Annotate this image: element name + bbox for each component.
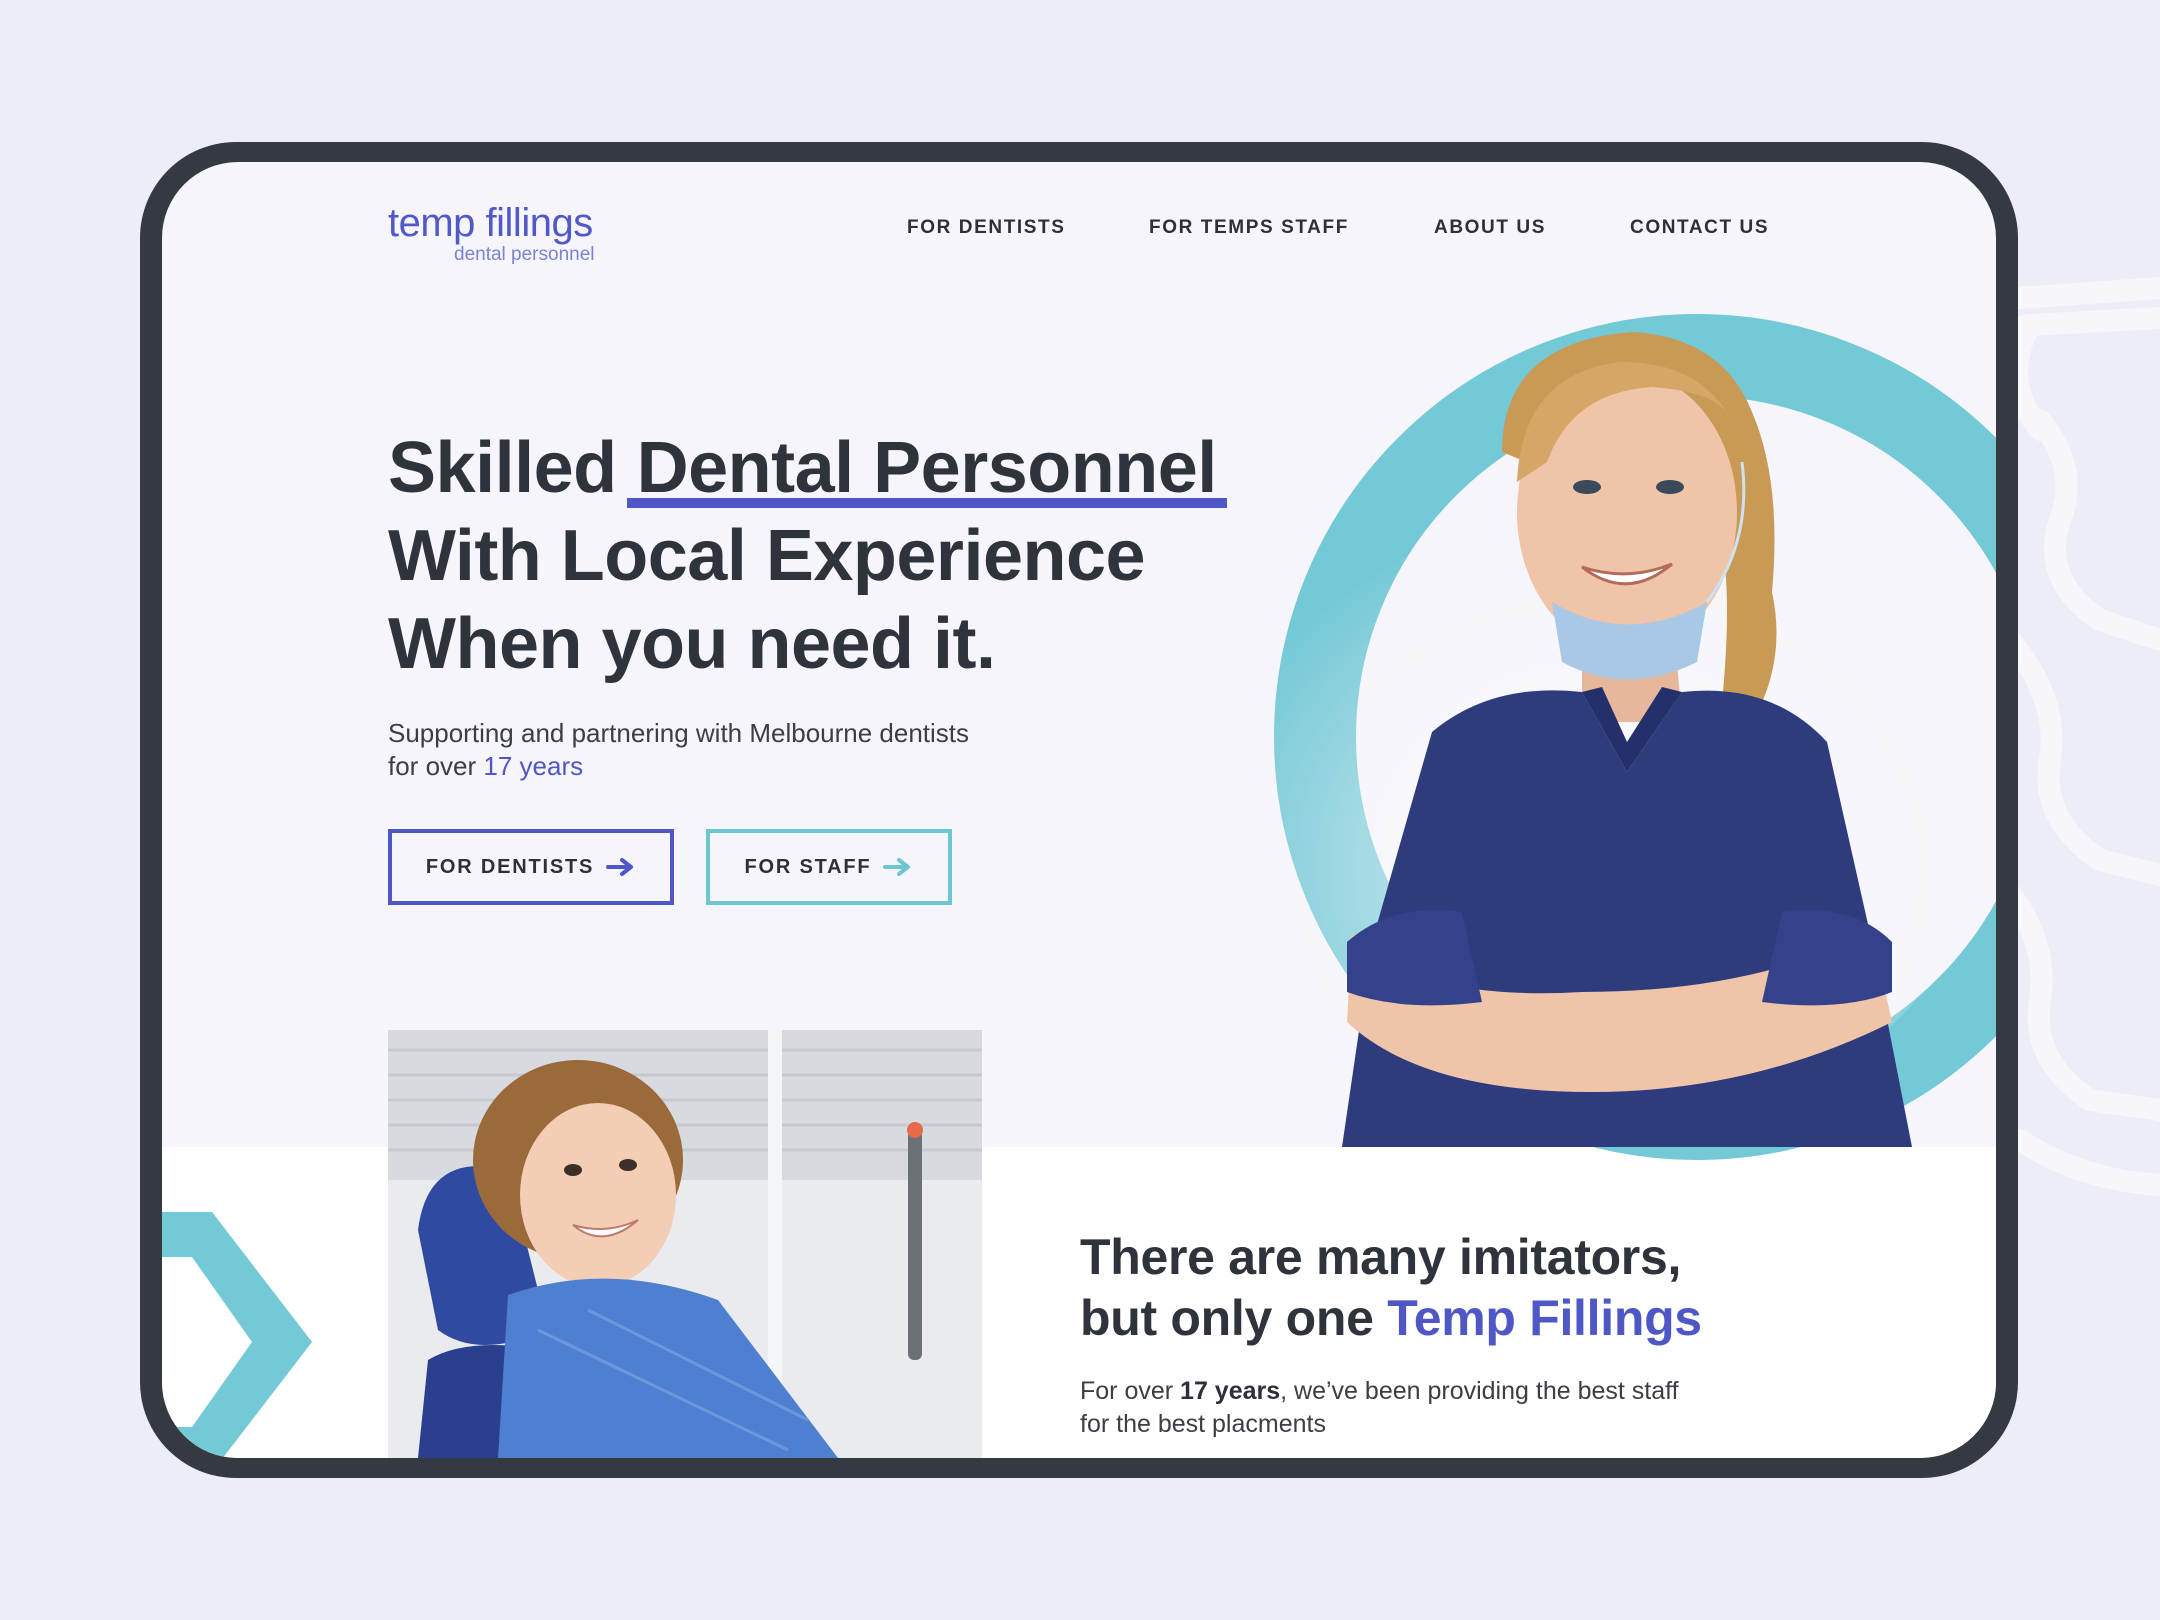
section-text: For over 17 years, we’ve been providing … [1080,1375,1679,1441]
hero-title-line3: When you need it. [388,604,996,684]
hero-subtitle-line1: Supporting and partnering with Melbourne… [388,718,970,748]
hero-heading: Skilled Dental Personnel With Local Exper… [388,424,1227,688]
nav-contact-us[interactable]: CONTACT US [1630,217,1769,239]
logo-name: temp fillings [388,201,593,245]
teal-chevron-decoration [162,1212,312,1458]
for-dentists-button[interactable]: FOR DENTISTS [388,829,674,905]
hero-subtitle: Supporting and partnering with Melbourne… [388,717,969,783]
logo-tagline: dental personnel [454,244,595,265]
hero-subtitle-prefix: for over [388,751,477,781]
hero-title-line2: With Local Experience [388,516,1146,596]
hero-subtitle-years: 17 years [483,751,584,781]
section-text-line2: for the best placments [1080,1410,1326,1438]
hero-title-highlight: Dental Personnel [626,424,1227,512]
section-title-prefix: but only one [1080,1290,1374,1346]
section-title-line1: There are many imitators, [1080,1229,1682,1285]
nav-about-us[interactable]: ABOUT US [1434,217,1546,239]
section-heading: There are many imitators, but only one T… [1080,1227,1702,1349]
hero-subtitle-line2: for over 17 years [388,750,969,783]
section-text-line1: For over 17 years, we’ve been providing … [1080,1375,1679,1408]
arrow-right-icon [606,858,634,876]
arrow-right-icon [883,858,911,876]
for-staff-button-label: FOR STAFF [744,855,872,878]
hero-title-word: Skilled [388,428,617,508]
for-dentists-button-label: FOR DENTISTS [425,855,595,878]
section-title-line2: but only one Temp Fillings [1080,1288,1702,1349]
section-title-brand: Temp Fillings [1387,1290,1702,1346]
patient-photo [388,1030,982,1458]
for-staff-button[interactable]: FOR STAFF [706,829,952,905]
nav-for-dentists[interactable]: FOR DENTISTS [907,217,1066,239]
logo[interactable]: temp fillings dental personnel [388,200,595,265]
tablet-frame: temp fillings dental personnel FOR DENTI… [140,142,2018,1478]
section-text-prefix: For over [1080,1377,1174,1405]
dental-nurse-photo [1252,332,1972,1147]
section-text-years: 17 years [1180,1377,1281,1405]
section-text-rest: , we’ve been providing the best staff [1280,1377,1679,1405]
website-screen: temp fillings dental personnel FOR DENTI… [162,162,1996,1458]
nav-for-temps-staff[interactable]: FOR TEMPS STAFF [1149,217,1349,239]
